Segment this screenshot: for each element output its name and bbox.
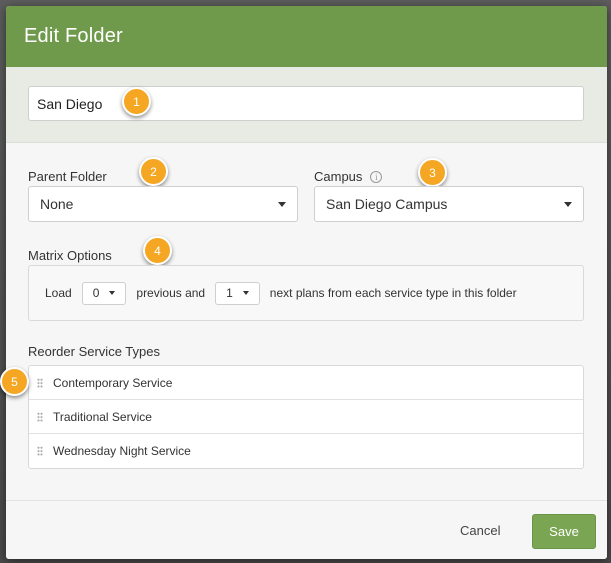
next-plans-select[interactable]: 1 [215,281,260,305]
list-item[interactable]: Wednesday Night Service [29,434,583,468]
previous-and-text: previous and [136,286,206,300]
chevron-down-icon [242,291,249,295]
load-text: Load [45,286,72,300]
previous-plans-select[interactable]: 0 [81,281,127,305]
campus-value: San Diego Campus [326,196,448,212]
service-type-name: Traditional Service [53,409,152,424]
step-badge-5: 5 [0,367,29,396]
service-type-name: Wednesday Night Service [53,444,191,458]
reorder-service-types-label: Reorder Service Types [28,344,160,359]
folder-name-input[interactable] [28,86,584,121]
dialog-footer: Cancel Save [6,500,607,559]
list-item[interactable]: Contemporary Service [29,366,583,400]
campus-label: Campus [314,169,363,184]
drag-handle-icon[interactable] [37,377,43,388]
dialog-header: Edit Folder [6,6,607,67]
cancel-button[interactable]: Cancel [460,523,500,538]
parent-folder-label: Parent Folder [28,169,107,184]
step-badge-4: 4 [143,236,172,265]
edit-folder-dialog: Edit Folder 1 Parent Folder 2 None Campu… [6,6,607,559]
dialog-body: Parent Folder 2 None Campus i 3 San Diego… [6,143,607,502]
step-badge-1: 1 [122,87,151,116]
parent-folder-value: None [40,196,74,212]
folder-name-section: 1 [6,67,607,143]
dialog-title: Edit Folder [24,25,123,47]
campus-label-group: Campus i [314,169,383,184]
next-plans-text: next plans from each service type in thi… [269,286,517,300]
save-button[interactable]: Save [532,514,596,549]
step-badge-2: 2 [139,157,168,186]
chevron-down-icon [564,202,572,207]
chevron-down-icon [278,202,286,207]
matrix-options-box: Load 0 previous and 1 next plans from ea… [28,265,584,321]
info-icon[interactable]: i [370,171,383,183]
campus-select[interactable]: San Diego Campus [314,186,584,222]
next-plans-value: 1 [226,286,233,300]
drag-handle-icon[interactable] [37,446,43,456]
parent-folder-select[interactable]: None [28,186,298,222]
previous-plans-value: 0 [92,286,100,300]
service-type-list: Contemporary Service Traditional Service… [28,365,584,469]
chevron-down-icon [109,291,116,295]
list-item[interactable]: Traditional Service [29,400,583,434]
matrix-options-label: Matrix Options [28,248,112,263]
step-badge-3: 3 [418,158,447,187]
service-type-name: Contemporary Service [53,375,173,390]
drag-handle-icon[interactable] [37,411,43,422]
